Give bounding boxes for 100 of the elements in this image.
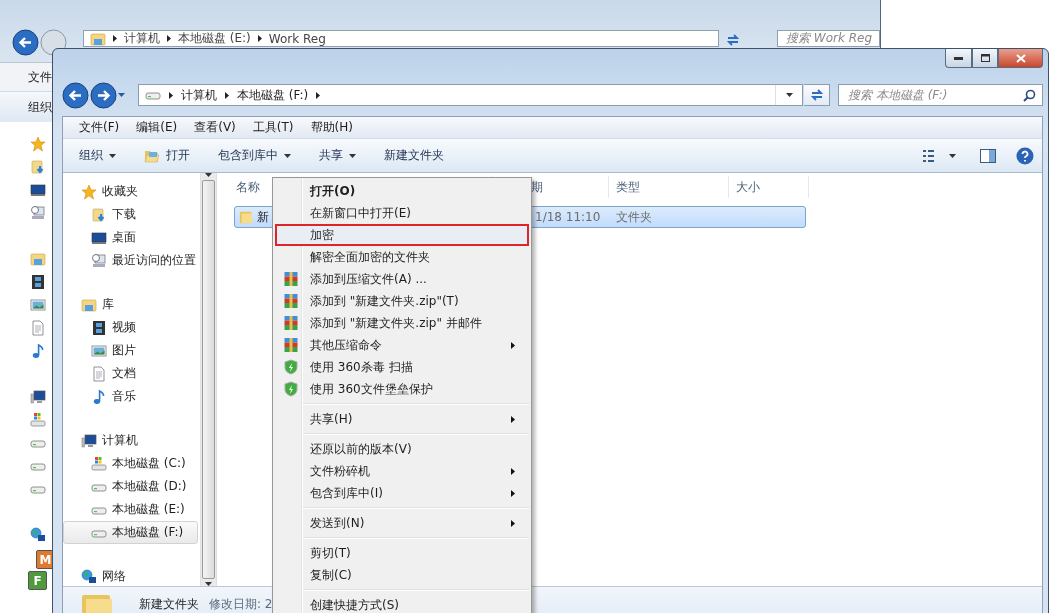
shield-icon	[283, 359, 299, 375]
menu-item[interactable]: 在新窗口中打开(E)	[275, 202, 529, 224]
computer-icon	[81, 432, 97, 449]
menu-item[interactable]: 工具(T)	[252, 119, 294, 136]
file-date: 1/18 11:10	[534, 210, 602, 224]
menu-item[interactable]: 剪切(T)	[275, 542, 529, 564]
close-icon	[1015, 53, 1026, 63]
menu-item[interactable]: 帮助(H)	[310, 119, 353, 136]
chevron-icon	[113, 35, 117, 42]
nav-item[interactable]: 本地磁盘 (F:)	[63, 521, 198, 544]
archive-stack-icon	[283, 315, 299, 331]
view-caret-icon	[949, 153, 956, 158]
refresh-icon[interactable]	[809, 88, 824, 102]
refresh-button[interactable]	[804, 84, 830, 106]
folder-icon	[239, 210, 253, 224]
menu-item[interactable]: 文件(F)	[79, 119, 120, 136]
history-caret-icon	[118, 93, 125, 97]
nav-item[interactable]: 图片	[63, 339, 198, 362]
scrollbar[interactable]	[200, 173, 216, 586]
nav-item[interactable]: 库	[63, 293, 198, 316]
submenu-arrow-icon	[511, 342, 515, 349]
menu-item[interactable]: 文件	[28, 68, 52, 86]
breadcrumb[interactable]: 计算机	[124, 30, 160, 47]
menu-item[interactable]: 解密全面加密的文件夹	[275, 246, 529, 268]
caret-icon	[284, 153, 291, 158]
menu-item[interactable]: 使用 360文件堡垒保护	[275, 378, 529, 400]
submenu-arrow-icon	[511, 520, 515, 527]
nav-item[interactable]: 音乐	[63, 385, 198, 408]
caret-icon	[349, 153, 356, 158]
menu-item[interactable]: 编辑(E)	[136, 119, 178, 136]
star-icon	[30, 136, 46, 152]
chevron-icon	[169, 91, 173, 99]
nav-item[interactable]: 本地磁盘 (D:)	[63, 475, 198, 498]
computer-icon	[30, 389, 46, 405]
back-button[interactable]	[62, 81, 89, 109]
toolbar-button[interactable]: 打开	[136, 143, 198, 168]
nav-item[interactable]: 计算机	[63, 429, 198, 452]
maximize-button[interactable]	[972, 49, 998, 68]
scrollbar-thumb[interactable]	[202, 180, 215, 579]
computer-clock-icon	[30, 205, 46, 221]
toolbar-button[interactable]: 新建文件夹	[376, 143, 452, 168]
search-field[interactable]: 搜索 本地磁盘 (F:)	[838, 84, 1043, 106]
nav-item[interactable]: 文档	[63, 362, 198, 385]
nav-item[interactable]: 最近访问的位置	[63, 249, 198, 272]
menu-item[interactable]: 发送到(N)	[275, 512, 529, 534]
nav-item[interactable]: 收藏夹	[63, 180, 198, 203]
menu-item[interactable]: 加密	[275, 224, 529, 246]
breadcrumb[interactable]: Work Reg	[268, 31, 326, 46]
search-field[interactable]: 搜索 Work Reg	[777, 30, 880, 47]
system-drive-icon	[91, 455, 107, 472]
file-type: 文件夹	[615, 208, 653, 226]
nav-item[interactable]: 视频	[63, 316, 198, 339]
address-bar[interactable]: 计算机 本地磁盘 (E:) Work Reg	[83, 30, 719, 47]
monitor-icon	[91, 229, 107, 246]
breadcrumb[interactable]: 本地磁盘 (E:)	[178, 30, 251, 47]
file-name: 新	[257, 208, 269, 226]
menu-item[interactable]: 创建快捷方式(S)	[275, 594, 529, 613]
nav-item[interactable]: 下载	[63, 203, 198, 226]
refresh-icon[interactable]	[726, 33, 740, 47]
back-button[interactable]	[12, 29, 39, 56]
column-header[interactable]: 类型	[609, 176, 729, 198]
breadcrumb[interactable]: 本地磁盘 (F:)	[237, 86, 309, 104]
picture-icon	[30, 297, 46, 313]
toolbar-button[interactable]: 共享	[311, 143, 364, 168]
menu-item[interactable]: 添加到 "新建文件夹.zip" 并邮件	[275, 312, 529, 334]
submenu-arrow-icon	[511, 416, 515, 423]
menu-item[interactable]: 复制(C)	[275, 564, 529, 586]
nav-item[interactable]: 桌面	[63, 226, 198, 249]
address-bar[interactable]: 计算机 本地磁盘 (F:)	[138, 84, 803, 106]
toolbar-button[interactable]: 组织	[28, 98, 52, 116]
library-folder-icon	[81, 296, 97, 313]
toolbar-button[interactable]: 组织	[71, 143, 124, 168]
minimize-icon	[954, 56, 963, 60]
minimize-button[interactable]	[945, 49, 972, 68]
menu-item[interactable]: 包含到库中(I)	[275, 482, 529, 504]
nav-item[interactable]: 网络	[63, 565, 198, 586]
network-globe-icon	[30, 527, 46, 543]
menu-item[interactable]: 添加到压缩文件(A) ...	[275, 268, 529, 290]
nav-item[interactable]: 本地磁盘 (E:)	[63, 498, 198, 521]
chevron-icon	[225, 91, 229, 99]
library-folder-icon	[90, 30, 106, 47]
help-icon[interactable]	[1016, 146, 1034, 165]
menu-item[interactable]: 使用 360杀毒 扫描	[275, 356, 529, 378]
menu-item[interactable]: 查看(V)	[194, 119, 236, 136]
breadcrumb[interactable]: 计算机	[181, 86, 217, 104]
close-button[interactable]	[998, 49, 1043, 68]
forward-button[interactable]	[90, 81, 117, 109]
music-note-icon	[30, 343, 46, 359]
toolbar-button[interactable]: 包含到库中	[210, 143, 299, 168]
picture-icon	[91, 342, 107, 359]
column-header[interactable]: 大小	[729, 176, 809, 198]
archive-stack-icon	[283, 293, 299, 309]
nav-item[interactable]: 本地磁盘 (C:)	[63, 452, 198, 475]
menu-item[interactable]: 其他压缩命令	[275, 334, 529, 356]
menu-item[interactable]: 添加到 "新建文件夹.zip"(T)	[275, 290, 529, 312]
menu-item[interactable]: 文件粉碎机	[275, 460, 529, 482]
library-folder-icon	[30, 251, 46, 267]
preview-pane-icon[interactable]	[980, 148, 996, 163]
menu-item[interactable]: 还原以前的版本(V)	[275, 438, 529, 460]
menu-item[interactable]: 共享(H)	[275, 408, 529, 430]
